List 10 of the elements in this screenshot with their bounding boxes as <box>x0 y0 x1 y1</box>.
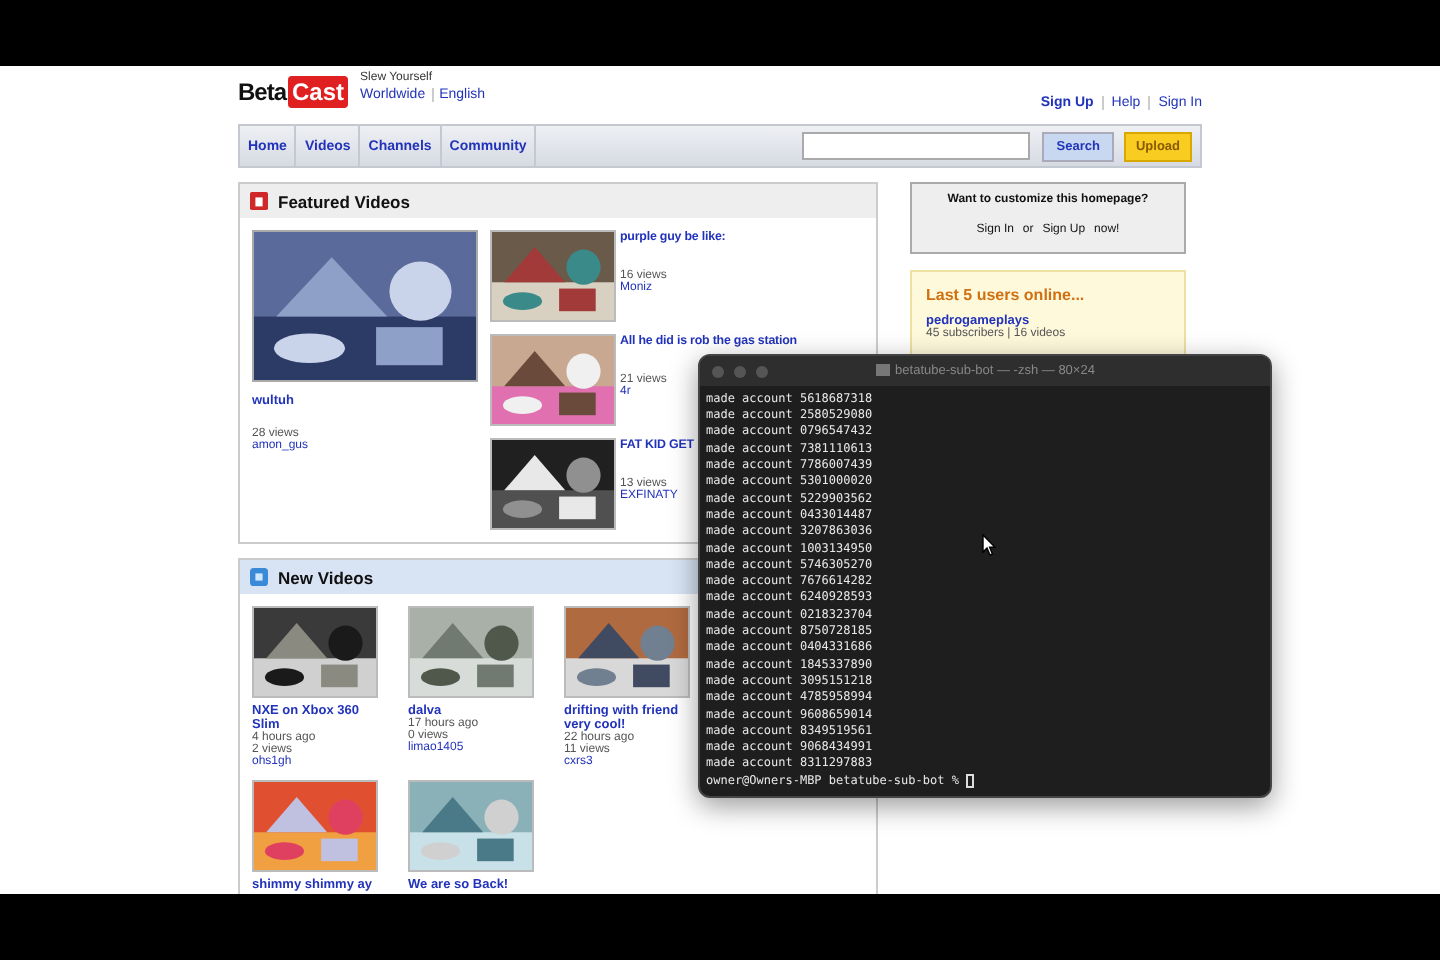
film-icon <box>250 192 268 210</box>
folder-icon <box>875 364 890 377</box>
search-field[interactable] <box>802 132 1031 160</box>
square-icon <box>250 568 268 586</box>
panel-title: New Videos <box>278 567 374 587</box>
box-title: Last 5 users online... <box>926 286 1087 304</box>
terminal-window[interactable] <box>698 354 1272 798</box>
text-cursor <box>966 774 975 789</box>
pointer-icon <box>982 534 996 556</box>
panel-title: Featured Videos <box>278 191 410 211</box>
